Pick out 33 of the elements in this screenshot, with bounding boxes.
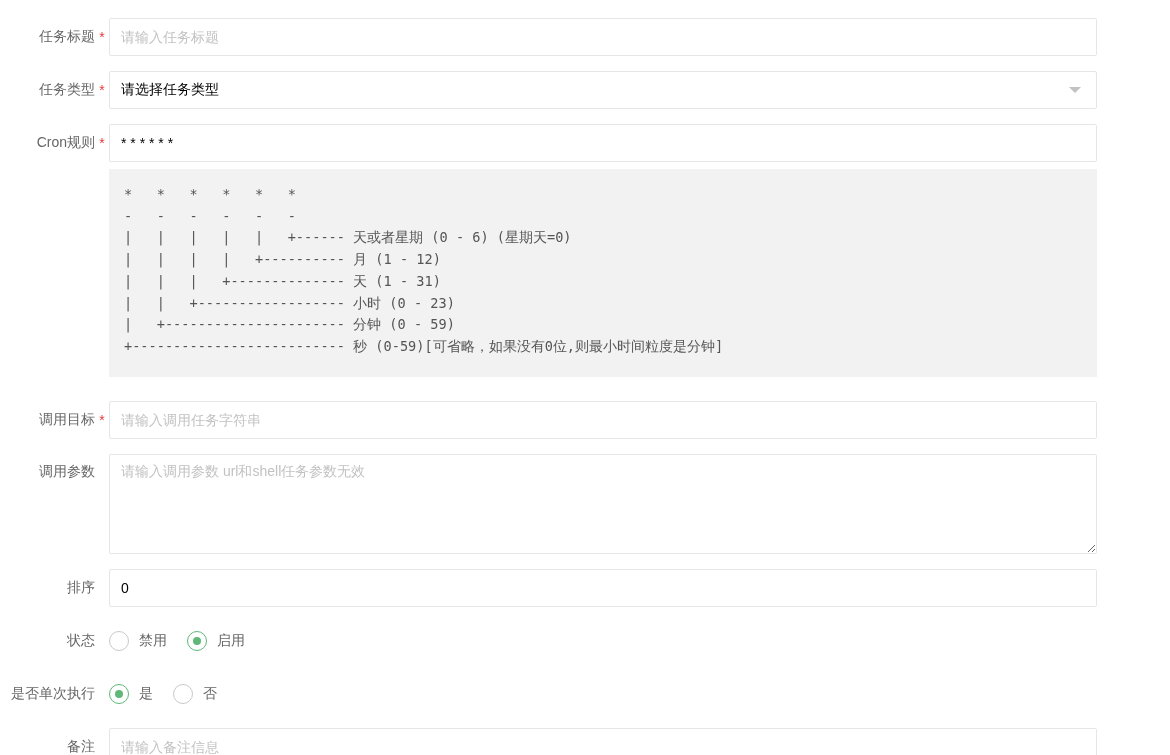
help-line: | | | | | +------ 天或者星期 (0 - 6) (星期天=0) <box>124 228 573 248</box>
caret-icon <box>1069 87 1081 93</box>
input-field[interactable]: 请输入任务标题 <box>109 18 1097 56</box>
help-line: +-------------------------- 秒 (0-59)[可省略，如果没有0位,则最小时间粒度是分钟] <box>124 336 725 356</box>
field-label: Cron规则 <box>36 134 95 152</box>
field-label: 状态 <box>67 631 95 650</box>
help-line: | | | +-------------- 天 (1 - 31) <box>124 271 442 292</box>
field-label: 任务类型 <box>39 81 95 99</box>
field-label: 备注 <box>67 737 95 755</box>
radio-option[interactable]: 启用 <box>187 630 245 651</box>
field-label: 调用目标 <box>39 410 95 429</box>
field-label: 是否单次执行 <box>11 684 95 703</box>
help-line: | | +------------------ 小时 (0 - 23) <box>124 293 456 314</box>
input-field[interactable]: 0 <box>109 568 1097 607</box>
text-area[interactable]: 请输入调用参数 url和shell任务参数无效 <box>109 453 1097 554</box>
input-field[interactable]: 请输入备注信息 <box>109 727 1097 755</box>
help-line: - - - - - - <box>124 206 297 226</box>
radio-option[interactable]: 禁用 <box>109 630 167 651</box>
radio-option[interactable]: 否 <box>173 683 217 704</box>
required-mark: * <box>99 82 105 98</box>
required-mark: * <box>99 135 105 151</box>
input-field[interactable]: 请输入调用任务字符串 <box>109 400 1097 439</box>
help-line: | | | | +---------- 月 (1 - 12) <box>124 250 442 270</box>
radio-option[interactable]: 是 <box>109 683 153 704</box>
required-mark: * <box>99 29 105 45</box>
select-field[interactable]: 请选择任务类型 <box>109 71 1097 109</box>
required-mark: * <box>99 411 105 428</box>
field-label: 任务标题 <box>39 28 95 46</box>
field-label: 排序 <box>67 578 95 597</box>
help-line: * * * * * * <box>124 185 297 204</box>
field-label: 调用参数 <box>39 461 95 481</box>
input-field[interactable]: * * * * * * <box>109 124 1097 162</box>
help-line: | +---------------------- 分钟 (0 - 59) <box>124 315 456 335</box>
